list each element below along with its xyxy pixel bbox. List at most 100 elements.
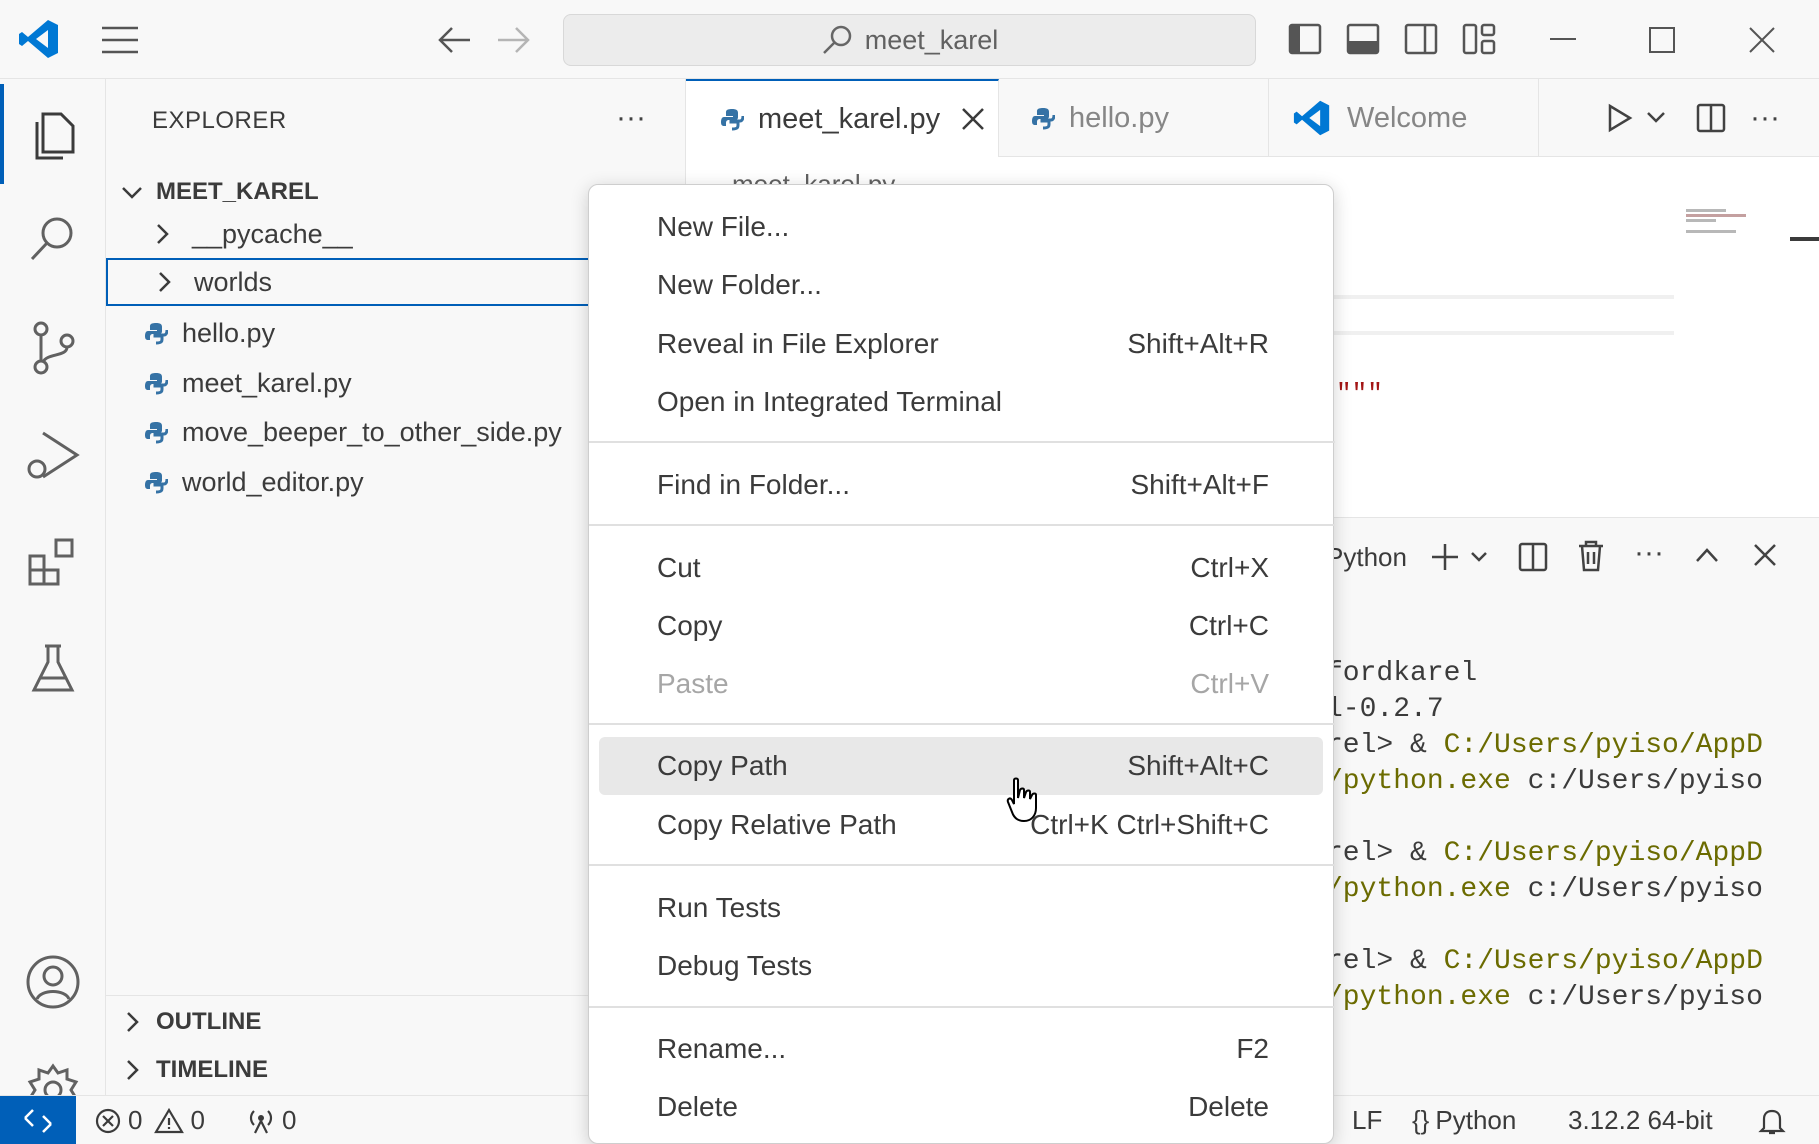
menu-item-debug-tests[interactable]: Debug Tests bbox=[599, 937, 1323, 995]
menu-separator bbox=[589, 524, 1335, 526]
tab-label: meet_karel.py bbox=[758, 102, 941, 135]
python-file-icon bbox=[1031, 106, 1055, 130]
scrollbar-thumb[interactable] bbox=[1790, 237, 1819, 241]
accounts-icon[interactable] bbox=[0, 932, 106, 1032]
ports-indicator[interactable]: 0 bbox=[246, 1096, 296, 1144]
end-of-line-indicator[interactable]: LF bbox=[1352, 1096, 1382, 1144]
menu-item-open-in-integrated-terminal[interactable]: Open in Integrated Terminal bbox=[599, 373, 1323, 431]
menu-item-run-tests[interactable]: Run Tests bbox=[599, 879, 1323, 937]
vscode-logo-icon bbox=[1293, 99, 1331, 137]
activity-bar bbox=[0, 79, 106, 1117]
code-line-highlight bbox=[1334, 331, 1674, 335]
tab-meet-karel-py[interactable]: meet_karel.py bbox=[686, 79, 999, 157]
ports-count: 0 bbox=[282, 1105, 297, 1135]
tree-item-label: meet_karel.py bbox=[182, 367, 352, 398]
tree-item-label: worlds bbox=[194, 266, 273, 297]
title-bar: meet_karel bbox=[0, 0, 1819, 79]
explorer-more-actions-icon[interactable]: ··· bbox=[616, 101, 646, 135]
back-arrow-icon[interactable] bbox=[436, 24, 472, 56]
tree-item-label: hello.py bbox=[182, 317, 276, 348]
tree-item-label: move_beeper_to_other_side.py bbox=[182, 416, 562, 447]
testing-flask-icon[interactable] bbox=[0, 619, 106, 719]
toggle-primary-sidebar-icon[interactable] bbox=[1288, 22, 1322, 56]
tree-item-label: __pycache__ bbox=[192, 218, 353, 249]
menu-item-delete[interactable]: Delete Delete bbox=[599, 1078, 1323, 1136]
toggle-panel-icon[interactable] bbox=[1346, 22, 1380, 56]
close-tab-icon[interactable] bbox=[960, 106, 986, 132]
close-panel-icon[interactable] bbox=[1752, 542, 1778, 568]
menu-item-find-in-folder[interactable]: Find in Folder... Shift+Alt+F bbox=[599, 456, 1323, 514]
explorer-context-menu: New File... New Folder... Reveal in File… bbox=[588, 184, 1335, 1144]
search-text: meet_karel bbox=[864, 24, 999, 55]
menu-item-cut[interactable]: Cut Ctrl+X bbox=[599, 539, 1323, 597]
run-and-debug-icon[interactable] bbox=[0, 405, 106, 505]
menu-separator bbox=[589, 723, 1335, 725]
menu-separator bbox=[589, 1006, 1335, 1008]
vscode-logo-icon bbox=[18, 18, 60, 60]
python-interpreter-indicator[interactable]: 3.12.2 64-bit bbox=[1568, 1096, 1713, 1144]
chevron-down-icon bbox=[120, 180, 144, 204]
warning-icon bbox=[154, 1107, 185, 1135]
run-python-file-icon[interactable] bbox=[1606, 103, 1634, 133]
warning-count: 0 bbox=[190, 1105, 205, 1135]
code-line-highlight bbox=[1334, 295, 1674, 299]
outline-label: OUTLINE bbox=[156, 1008, 262, 1035]
minimap[interactable] bbox=[1686, 207, 1776, 257]
menu-separator bbox=[589, 441, 1335, 443]
search-icon bbox=[821, 24, 853, 56]
python-file-icon bbox=[144, 470, 168, 494]
menu-item-copy[interactable]: Copy Ctrl+C bbox=[599, 597, 1323, 655]
menu-item-new-folder[interactable]: New Folder... bbox=[599, 256, 1323, 314]
split-editor-icon[interactable] bbox=[1696, 103, 1726, 133]
maximize-panel-chevron-up-icon[interactable] bbox=[1694, 546, 1720, 564]
split-terminal-icon[interactable] bbox=[1518, 542, 1548, 572]
terminal-line: /python.exe c:/Users/pyiso bbox=[1326, 766, 1763, 797]
menu-item-copy-path[interactable]: Copy Path Shift+Alt+C bbox=[599, 737, 1323, 795]
remote-indicator[interactable] bbox=[0, 1096, 76, 1144]
menu-item-reveal-in-file-explorer[interactable]: Reveal in File Explorer Shift+Alt+R bbox=[599, 315, 1323, 373]
language-mode-indicator[interactable]: {​} Python bbox=[1412, 1096, 1516, 1144]
source-control-icon[interactable] bbox=[0, 297, 106, 397]
toggle-secondary-sidebar-icon[interactable] bbox=[1404, 22, 1438, 56]
terminal-line: rel> & C:/Users/pyiso/AppD bbox=[1326, 730, 1763, 761]
explorer-title: EXPLORER bbox=[152, 107, 287, 134]
menu-item-new-file[interactable]: New File... bbox=[599, 198, 1323, 256]
close-window-icon[interactable] bbox=[1746, 24, 1778, 56]
problems-indicator[interactable]: 0 0 bbox=[94, 1096, 205, 1144]
minimize-window-icon[interactable] bbox=[1546, 24, 1580, 54]
python-file-icon bbox=[144, 321, 168, 345]
tab-hello-py[interactable]: hello.py bbox=[999, 79, 1269, 157]
timeline-label: TIMELINE bbox=[156, 1056, 268, 1083]
terminal-line: fordkarel bbox=[1326, 658, 1478, 689]
python-file-icon bbox=[144, 371, 168, 395]
notifications-bell-icon[interactable] bbox=[1758, 1096, 1786, 1144]
editor-tabs: meet_karel.py hello.py Welcome ··· bbox=[686, 79, 1819, 157]
maximize-window-icon[interactable] bbox=[1646, 24, 1678, 56]
menu-item-paste: Paste Ctrl+V bbox=[657, 668, 1269, 699]
kill-terminal-trash-icon[interactable] bbox=[1576, 540, 1606, 572]
tab-welcome[interactable]: Welcome bbox=[1269, 79, 1539, 157]
customize-layout-icon[interactable] bbox=[1462, 22, 1496, 56]
search-view-icon[interactable] bbox=[0, 189, 106, 289]
tab-label: hello.py bbox=[1069, 101, 1169, 134]
terminal-line: rel> & C:/Users/pyiso/AppD bbox=[1326, 838, 1763, 869]
extensions-icon[interactable] bbox=[0, 513, 106, 613]
terminal-more-actions-icon[interactable]: ··· bbox=[1634, 536, 1664, 570]
tab-label: Welcome bbox=[1347, 101, 1468, 134]
braces-icon: {​} bbox=[1412, 1105, 1430, 1135]
menu-item-rename[interactable]: Rename... F2 bbox=[599, 1020, 1323, 1078]
python-file-icon bbox=[720, 107, 744, 131]
terminal-line: l-0.2.7 bbox=[1326, 694, 1444, 725]
code-string: """ bbox=[1336, 379, 1383, 409]
run-options-chevron-icon[interactable] bbox=[1646, 109, 1666, 125]
terminal-shell-label[interactable]: Python bbox=[1326, 542, 1407, 573]
terminal-dropdown-icon[interactable] bbox=[1470, 550, 1488, 564]
command-center-search[interactable]: meet_karel bbox=[563, 14, 1256, 66]
hand-pointer-cursor-icon bbox=[1006, 776, 1042, 824]
forward-arrow-icon[interactable] bbox=[496, 24, 532, 56]
editor-more-actions-icon[interactable]: ··· bbox=[1750, 101, 1780, 135]
new-terminal-plus-icon[interactable] bbox=[1430, 542, 1460, 572]
explorer-icon[interactable] bbox=[0, 84, 106, 184]
menu-item-copy-relative-path[interactable]: Copy Relative Path Ctrl+K Ctrl+Shift+C bbox=[599, 796, 1323, 854]
menu-hamburger-icon[interactable] bbox=[100, 22, 140, 58]
